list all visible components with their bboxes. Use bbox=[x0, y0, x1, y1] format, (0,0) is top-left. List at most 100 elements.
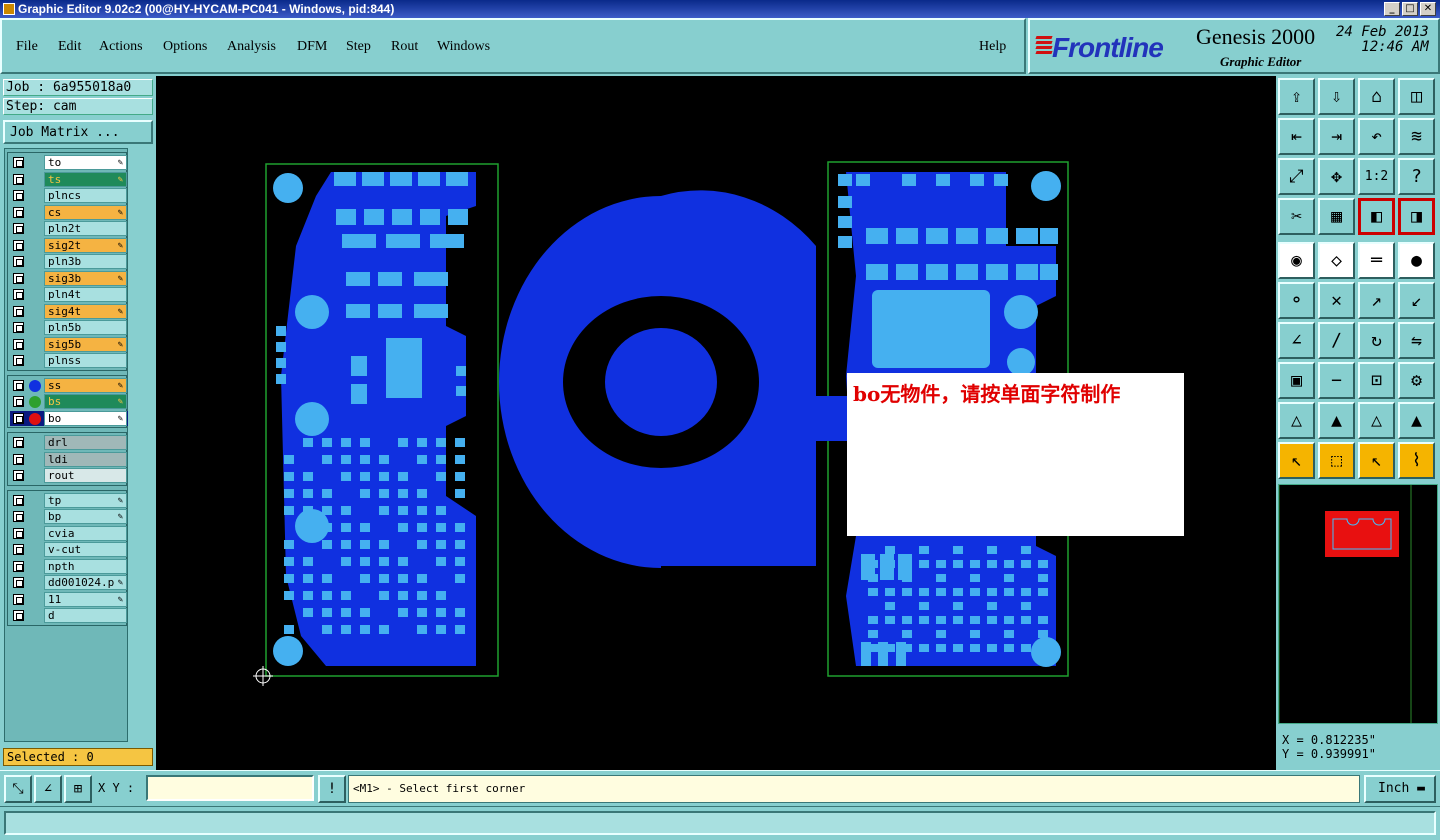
layer-row-v-cut[interactable]: v-cut bbox=[10, 542, 128, 557]
triangle3-icon[interactable]: △ bbox=[1358, 402, 1395, 439]
layer-row-dd001024.p[interactable]: dd001024.p ✎ bbox=[10, 575, 128, 590]
save-job-icon[interactable]: ⇩ bbox=[1318, 78, 1355, 115]
layer-row-bo[interactable]: bo ✎ bbox=[10, 410, 128, 426]
layer-row-npth[interactable]: npth bbox=[10, 558, 128, 574]
layer-row-tp[interactable]: tp ✎ bbox=[10, 492, 128, 508]
open-job-icon[interactable]: ⇪ bbox=[1278, 78, 1315, 115]
cross-icon[interactable]: ✕ bbox=[1318, 282, 1355, 319]
units-selector[interactable]: Inch ▬ bbox=[1364, 775, 1436, 803]
layer-checkbox[interactable] bbox=[13, 593, 24, 605]
layer-row-drl[interactable]: drl bbox=[10, 435, 128, 450]
layer-checkbox[interactable] bbox=[13, 157, 24, 168]
menu-edit[interactable]: Edit bbox=[58, 39, 81, 55]
zoom-box-icon[interactable]: ⤡ bbox=[4, 775, 32, 803]
layer-checkbox[interactable] bbox=[13, 396, 24, 407]
layer-checkbox[interactable] bbox=[13, 560, 24, 572]
layer-row-plnss[interactable]: plnss bbox=[10, 353, 128, 368]
layer-row-sig3b[interactable]: sig3b ✎ bbox=[10, 270, 128, 286]
route-icon[interactable]: ⌇ bbox=[1398, 442, 1435, 479]
layer-checkbox[interactable] bbox=[13, 239, 24, 251]
pointer-select-icon[interactable]: ↖ bbox=[1358, 442, 1395, 479]
layer-checkbox[interactable] bbox=[13, 289, 24, 300]
layer-checkbox[interactable] bbox=[13, 544, 24, 555]
layer-compare-icon[interactable]: ◧ bbox=[1358, 198, 1395, 235]
pointer-box-icon[interactable]: ⬚ bbox=[1318, 442, 1355, 479]
minimize-button[interactable]: _ bbox=[1384, 2, 1400, 16]
zoom-center-icon[interactable]: ✥ bbox=[1318, 158, 1355, 195]
zigzag-icon[interactable]: ≋ bbox=[1398, 118, 1435, 155]
layer-row-pln4t[interactable]: pln4t bbox=[10, 287, 128, 302]
arc-icon[interactable]: ↙ bbox=[1398, 282, 1435, 319]
layer-checkbox[interactable] bbox=[13, 190, 24, 201]
home-icon[interactable]: ⌂ bbox=[1358, 78, 1395, 115]
layer-row-ldi[interactable]: ldi bbox=[10, 451, 128, 467]
rotate-icon[interactable]: ↻ bbox=[1358, 322, 1395, 359]
tool-icon[interactable]: ✂ bbox=[1278, 198, 1315, 235]
menu-analysis[interactable]: Analysis bbox=[227, 39, 276, 55]
dimension-icon[interactable]: ⊡ bbox=[1358, 362, 1395, 399]
triangle-icon[interactable]: △ bbox=[1278, 402, 1315, 439]
layer-checkbox[interactable] bbox=[13, 470, 24, 481]
layer-row-bp[interactable]: bp ✎ bbox=[10, 509, 128, 524]
layer-row-to[interactable]: to ✎ bbox=[10, 155, 128, 170]
alert-icon[interactable]: ! bbox=[318, 775, 346, 803]
circle-pad-icon[interactable]: ● bbox=[1398, 242, 1435, 279]
measure-icon[interactable]: ∠ bbox=[34, 775, 62, 803]
menu-help[interactable]: Help bbox=[979, 39, 1006, 55]
layer-row-sig4t[interactable]: sig4t ✎ bbox=[10, 303, 128, 319]
layer-checkbox[interactable] bbox=[13, 355, 24, 366]
one-to-one-icon[interactable]: 1:2 bbox=[1358, 158, 1395, 195]
layer-compare2-icon[interactable]: ◨ bbox=[1398, 198, 1435, 235]
layer-checkbox[interactable] bbox=[13, 494, 24, 506]
layer-row-pln2t[interactable]: pln2t bbox=[10, 221, 128, 236]
layer-row-ts[interactable]: ts ✎ bbox=[10, 171, 128, 187]
menu-step[interactable]: Step bbox=[346, 39, 371, 55]
slash-icon[interactable]: ∕ bbox=[1318, 322, 1355, 359]
minus-icon[interactable]: − bbox=[1318, 362, 1355, 399]
fit-icon[interactable]: ⤢ bbox=[1278, 158, 1315, 195]
snap-grid-icon[interactable]: ⊞ bbox=[64, 775, 92, 803]
ruler-icon[interactable]: ═ bbox=[1358, 242, 1395, 279]
layer-checkbox[interactable] bbox=[13, 610, 24, 621]
step-preview[interactable] bbox=[1278, 484, 1438, 724]
layer-checkbox[interactable] bbox=[13, 412, 24, 424]
layer-checkbox[interactable] bbox=[13, 272, 24, 284]
layer-checkbox[interactable] bbox=[13, 437, 24, 448]
triangle4-icon[interactable]: ▲ bbox=[1398, 402, 1435, 439]
layer-checkbox[interactable] bbox=[13, 256, 24, 267]
polygon-icon[interactable]: ◇ bbox=[1318, 242, 1355, 279]
angle-icon[interactable]: ∠ bbox=[1278, 322, 1315, 359]
layer-checkbox[interactable] bbox=[13, 577, 24, 588]
job-matrix-button[interactable]: Job Matrix ... bbox=[3, 120, 153, 144]
layer-row-cs[interactable]: cs ✎ bbox=[10, 204, 128, 220]
triangle2-icon[interactable]: ▲ bbox=[1318, 402, 1355, 439]
layer-row-pln3b[interactable]: pln3b bbox=[10, 254, 128, 269]
layer-checkbox[interactable] bbox=[13, 453, 24, 465]
help-icon[interactable]: ? bbox=[1398, 158, 1435, 195]
grid-icon[interactable]: ▦ bbox=[1318, 198, 1355, 235]
layer-checkbox[interactable] bbox=[13, 379, 24, 391]
line-icon[interactable]: ↗ bbox=[1358, 282, 1395, 319]
layer-row-rout[interactable]: rout bbox=[10, 468, 128, 483]
xy-input[interactable] bbox=[146, 775, 314, 801]
menu-actions[interactable]: Actions bbox=[99, 39, 143, 55]
layer-row-bs[interactable]: bs ✎ bbox=[10, 394, 128, 409]
layer-row-sig5b[interactable]: sig5b ✎ bbox=[10, 336, 128, 352]
layer-checkbox[interactable] bbox=[13, 305, 24, 317]
layer-checkbox[interactable] bbox=[13, 206, 24, 218]
pad-icon[interactable]: ◉ bbox=[1278, 242, 1315, 279]
undo-icon[interactable]: ↶ bbox=[1358, 118, 1395, 155]
menu-windows[interactable]: Windows bbox=[437, 39, 490, 55]
window-split-icon[interactable]: ◫ bbox=[1398, 78, 1435, 115]
menu-rout[interactable]: Rout bbox=[391, 39, 418, 55]
connect-icon[interactable]: ⚬ bbox=[1278, 282, 1315, 319]
gear-cluster-icon[interactable]: ⚙ bbox=[1398, 362, 1435, 399]
move-icon[interactable]: ▣ bbox=[1278, 362, 1315, 399]
menu-options[interactable]: Options bbox=[163, 39, 207, 55]
layer-checkbox[interactable] bbox=[13, 223, 24, 234]
layer-row-11[interactable]: 11 ✎ bbox=[10, 591, 128, 607]
layer-row-ss[interactable]: ss ✎ bbox=[10, 377, 128, 393]
layer-row-d[interactable]: d bbox=[10, 608, 128, 623]
maximize-button[interactable]: □ bbox=[1402, 2, 1418, 16]
close-button[interactable]: ✕ bbox=[1420, 2, 1436, 16]
